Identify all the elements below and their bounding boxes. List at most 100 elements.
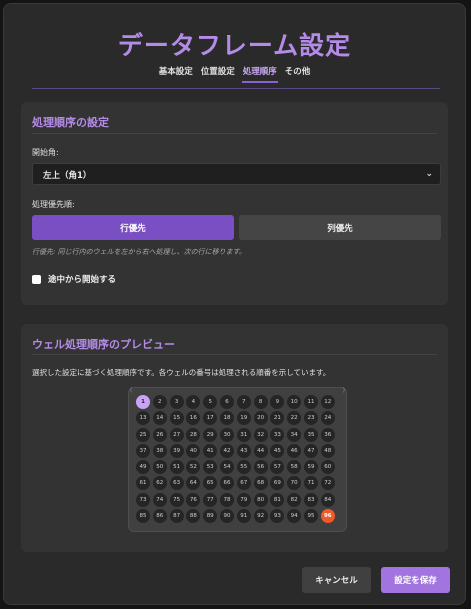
well-cell: 71	[303, 476, 318, 491]
well-cell: 32	[253, 427, 268, 442]
tab-position[interactable]: 位置設定	[200, 65, 236, 83]
well-cell: 96	[320, 509, 335, 524]
well-cell: 57	[270, 460, 285, 475]
well-cell: 20	[253, 411, 268, 426]
header-divider	[32, 88, 440, 89]
order-settings-title: 処理順序の設定	[32, 116, 109, 129]
well-cell: 86	[152, 509, 167, 524]
well-cell: 33	[270, 427, 285, 442]
well-cell: 37	[136, 443, 150, 458]
well-cell: 62	[152, 476, 167, 491]
well-cell: 78	[219, 492, 234, 507]
well-cell: 13	[136, 411, 150, 426]
well-cell: 3	[169, 395, 184, 409]
well-cell: 46	[287, 443, 302, 458]
well-cell: 18	[219, 411, 234, 426]
well-cell: 9	[270, 395, 285, 409]
priority-hint: 行優先: 同じ行内のウェルを左から右へ処理し、次の行に移ります。	[32, 248, 246, 256]
order-settings-divider	[32, 133, 437, 134]
well-cell: 68	[253, 476, 268, 491]
tab-order[interactable]: 処理順序	[241, 65, 278, 83]
well-cell: 41	[203, 443, 218, 458]
column-first-button[interactable]: 列優先	[239, 215, 441, 240]
plate-corner-mark: )	[342, 387, 345, 394]
preview-card: ウェル処理順序のプレビュー 選択した設定に基づく処理順序です。各ウェルの番号は処…	[21, 324, 448, 552]
well-cell: 61	[136, 476, 150, 491]
plate-corner-mark: (	[130, 387, 133, 394]
well-cell: 44	[253, 443, 268, 458]
well-cell: 12	[320, 395, 335, 409]
well-cell: 54	[219, 460, 234, 475]
well-cell: 35	[303, 427, 318, 442]
well-cell: 34	[287, 427, 302, 442]
row-first-button[interactable]: 行優先	[32, 215, 234, 240]
well-cell: 53	[203, 460, 218, 475]
save-button[interactable]: 設定を保存	[381, 567, 450, 593]
well-grid: 1 2 3 4 5 6 7 8 9 10 11 12 13 14 15 16 17 18 19 20 21 22 23 24 2…	[136, 395, 335, 524]
resume-label: 途中から開始する	[48, 275, 117, 285]
well-cell: 17	[203, 411, 218, 426]
well-cell: 76	[186, 492, 201, 507]
preview-divider	[32, 354, 437, 355]
well-cell: 82	[287, 492, 302, 507]
well-cell: 26	[152, 427, 167, 442]
well-cell: 73	[136, 492, 150, 507]
well-cell: 45	[270, 443, 285, 458]
tab-bar: 基本設定 位置設定 処理順序 その他	[4, 65, 465, 83]
resume-option[interactable]: 途中から開始する	[32, 273, 116, 285]
well-cell: 75	[169, 492, 184, 507]
well-cell: 19	[236, 411, 251, 426]
cancel-button[interactable]: キャンセル	[302, 567, 371, 593]
tab-other[interactable]: その他	[284, 65, 312, 83]
well-cell: 15	[169, 411, 184, 426]
well-cell: 56	[253, 460, 268, 475]
well-cell: 69	[270, 476, 285, 491]
well-cell: 64	[186, 476, 201, 491]
well-cell: 38	[152, 443, 167, 458]
well-cell: 74	[152, 492, 167, 507]
resume-checkbox[interactable]	[32, 274, 41, 284]
well-cell: 70	[287, 476, 302, 491]
well-cell: 63	[169, 476, 184, 491]
order-settings-card: 処理順序の設定 開始角: 左上（角1） ⌄ 処理優先順: 行優先 列優先 行優先…	[21, 102, 448, 305]
well-cell: 95	[303, 509, 318, 524]
well-cell: 29	[203, 427, 218, 442]
well-cell: 58	[287, 460, 302, 475]
well-cell: 4	[186, 395, 201, 409]
tab-basic[interactable]: 基本設定	[158, 65, 194, 83]
well-cell: 88	[186, 509, 201, 524]
priority-label: 処理優先順:	[32, 200, 75, 209]
well-cell: 55	[236, 460, 251, 475]
well-cell: 21	[270, 411, 285, 426]
start-corner-select[interactable]: 左上（角1） ⌄	[32, 163, 441, 185]
well-cell: 16	[186, 411, 201, 426]
well-cell: 5	[203, 395, 218, 409]
well-cell: 89	[203, 509, 218, 524]
chevron-down-icon: ⌄	[425, 169, 433, 179]
well-cell: 6	[219, 395, 234, 409]
well-cell: 43	[236, 443, 251, 458]
well-cell: 93	[270, 509, 285, 524]
well-cell: 48	[320, 443, 335, 458]
well-cell: 50	[152, 460, 167, 475]
well-cell: 22	[287, 411, 302, 426]
preview-title: ウェル処理順序のプレビュー	[32, 338, 175, 351]
well-cell: 14	[152, 411, 167, 426]
well-cell: 59	[303, 460, 318, 475]
dataframe-settings-dialog: データフレーム設定 基本設定 位置設定 処理順序 その他 処理順序の設定 開始角…	[3, 3, 466, 605]
well-cell: 60	[320, 460, 335, 475]
well-cell: 67	[236, 476, 251, 491]
well-cell: 2	[152, 395, 167, 409]
well-cell: 94	[287, 509, 302, 524]
preview-description: 選択した設定に基づく処理順序です。各ウェルの番号は処理される順番を示しています。	[32, 368, 331, 377]
well-cell: 23	[303, 411, 318, 426]
well-cell: 77	[203, 492, 218, 507]
well-cell: 30	[219, 427, 234, 442]
well-cell: 25	[136, 427, 150, 442]
well-cell: 24	[320, 411, 335, 426]
start-corner-value: 左上（角1）	[43, 171, 92, 181]
well-cell: 52	[186, 460, 201, 475]
well-cell: 1	[136, 395, 150, 409]
well-cell: 49	[136, 460, 150, 475]
well-cell: 7	[236, 395, 251, 409]
